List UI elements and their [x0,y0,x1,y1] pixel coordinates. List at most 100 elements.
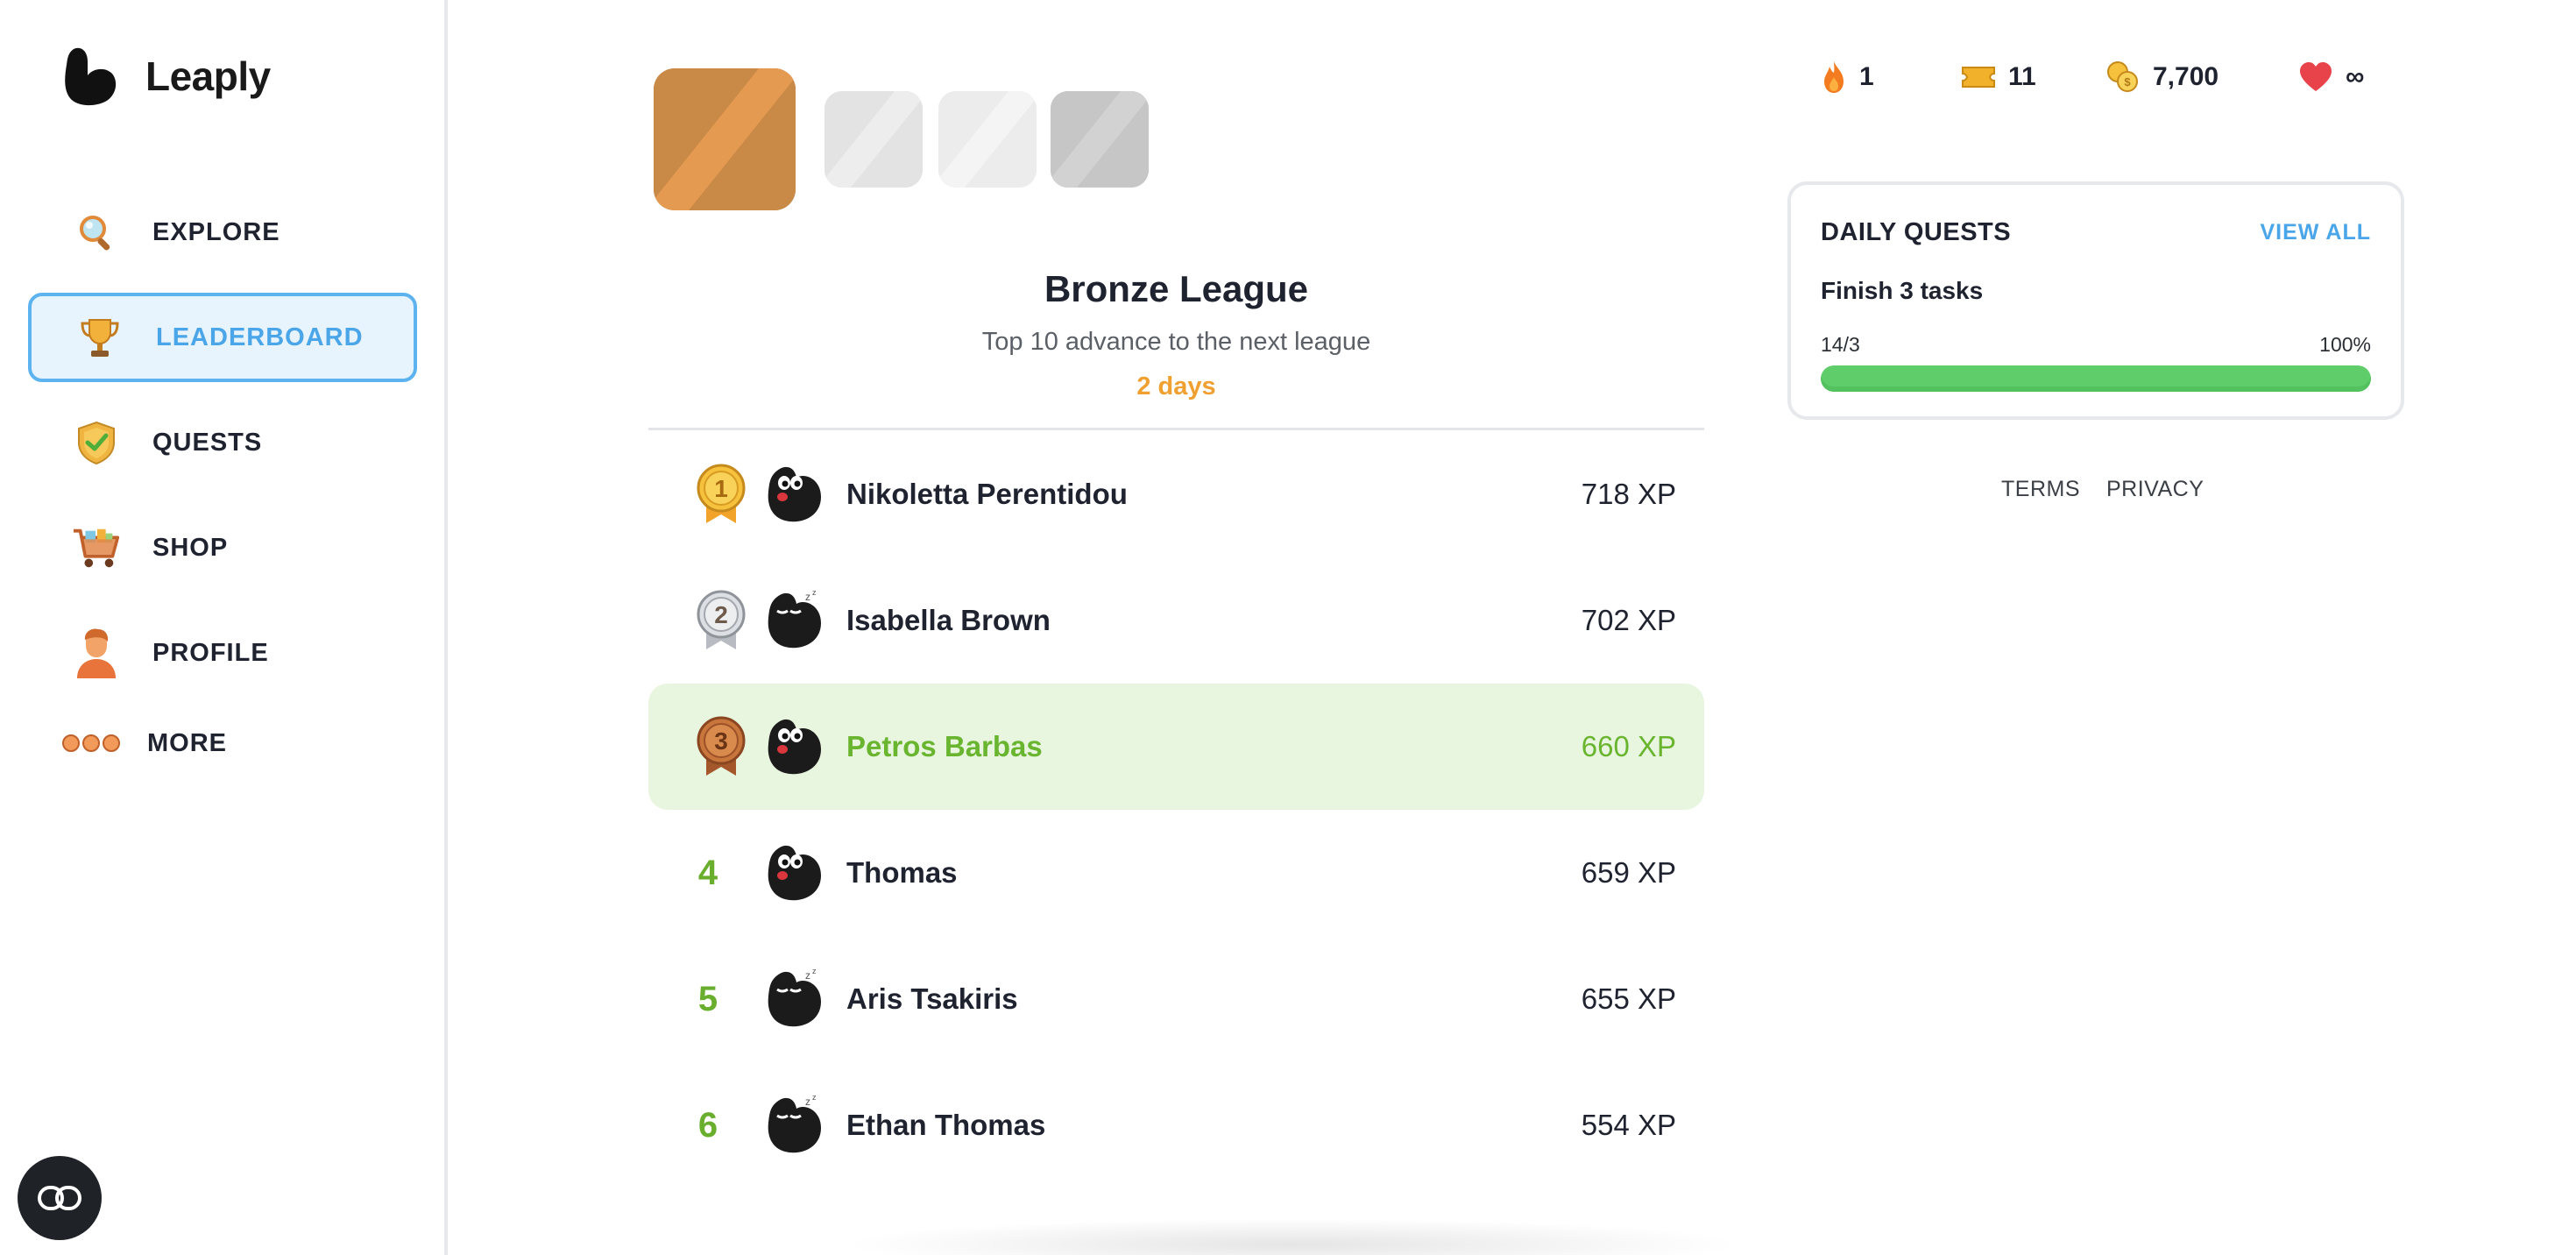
avatar: zz [762,967,827,1032]
svg-text:z: z [812,1095,817,1102]
view-all-link[interactable]: VIEW ALL [2260,220,2371,245]
bronze-league-badge[interactable] [654,68,796,210]
user-xp: 554 XP [1581,1109,1676,1141]
league-header: Bronze League Top 10 advance to the next… [648,268,1704,401]
divider [648,428,1704,430]
person-icon [72,628,121,678]
sidebar-item-label: QUESTS [152,428,263,457]
scroll-shadow [841,1218,1744,1255]
user-name: Thomas [846,856,958,889]
svg-text:1: 1 [714,475,728,502]
user-name: Aris Tsakiris [846,982,1018,1015]
league-time-left: 2 days [1136,372,1216,401]
leaderboard-row-current-user[interactable]: 3 Petros Barbas 660 XP [648,684,1704,810]
rank-number: 5 [697,979,718,1018]
tickets-stat[interactable]: 11 [1961,53,2036,102]
quest-progress-text: 14/3 [1821,333,1860,356]
help-button[interactable] [18,1156,102,1240]
avatar [762,714,827,779]
quest-percent-text: 100% [2319,333,2371,356]
svg-text:z: z [812,968,817,975]
leaderboard-row[interactable]: 6 zz Ethan Thomas 554 XP [648,1062,1704,1188]
sidebar-item-more[interactable]: MORE [28,708,417,778]
sidebar-item-leaderboard[interactable]: LEADERBOARD [28,293,417,382]
privacy-link[interactable]: PRIVACY [2106,477,2204,502]
brand-name: Leaply [145,53,271,99]
sidebar-nav: EXPLORE LEADERBOARD QUESTS SHOP PROFILE … [28,188,417,794]
daily-quests-card: DAILY QUESTS VIEW ALL Finish 3 tasks 14/… [1787,181,2404,420]
user-name: Isabella Brown [846,604,1051,636]
terms-link[interactable]: TERMS [2001,477,2080,502]
leaply-logo-icon [65,47,117,106]
quest-progress-bar [1821,365,2371,392]
rank-number: 4 [697,853,718,892]
footer-links: TERMS PRIVACY [2001,477,2204,502]
stats-bar: 1 11 $ 7,700 ∞ [1821,53,2399,102]
svg-text:z: z [805,969,810,982]
bronze-medal-icon: 3 [697,716,746,776]
sidebar-item-profile[interactable]: PROFILE [28,608,417,698]
league-badges [654,68,1617,217]
svg-text:2: 2 [714,601,728,628]
svg-text:$: $ [2124,75,2131,89]
link-icon [38,1186,81,1210]
sidebar-item-label: EXPLORE [152,217,280,246]
magnifier-icon [72,208,121,257]
sidebar-item-explore[interactable]: EXPLORE [28,188,417,277]
sapphire-league-badge [1051,91,1149,188]
sidebar-item-quests[interactable]: QUESTS [28,398,417,487]
hearts-count: ∞ [2346,62,2365,91]
streak-stat[interactable]: 1 [1821,53,1874,102]
leaderboard-row[interactable]: 5 zz Aris Tsakiris 655 XP [648,936,1704,1062]
avatar [762,840,827,905]
hearts-stat[interactable]: ∞ [2298,53,2364,102]
streak-count: 1 [1859,62,1874,91]
sidebar-item-label: PROFILE [152,638,269,667]
rank-number: 6 [697,1105,718,1145]
tickets-count: 11 [2008,62,2036,91]
silver-league-badge [824,91,923,188]
user-name: Nikoletta Perentidou [846,478,1128,510]
cart-icon [72,523,121,572]
sidebar-item-label: MORE [147,728,227,757]
league-subtitle: Top 10 advance to the next league [981,328,1371,356]
gold-league-badge [938,91,1037,188]
trophy-icon [75,313,124,362]
gold-medal-icon: 1 [697,464,746,523]
sidebar-item-label: LEADERBOARD [156,323,364,351]
dots-icon [61,719,121,768]
avatar: zz [762,1093,827,1158]
leaderboard-row[interactable]: 4 Thomas 659 XP [648,810,1704,936]
ticket-icon [1962,67,1995,88]
brand[interactable]: Leaply [61,46,271,107]
coins-icon: $ [2107,61,2138,92]
user-xp: 655 XP [1581,982,1676,1015]
leaderboard-row[interactable]: 1 Nikoletta Perentidou 718 XP [648,431,1704,557]
daily-quests-title: DAILY QUESTS [1821,218,2012,246]
user-xp: 718 XP [1581,478,1676,510]
svg-text:z: z [812,590,817,597]
quest-progress-fill [1821,365,2371,392]
user-xp: 659 XP [1581,856,1676,889]
user-xp: 702 XP [1581,604,1676,636]
flame-icon [1824,61,1844,93]
shield-check-icon [72,418,121,467]
svg-text:z: z [805,1095,810,1108]
user-xp: 660 XP [1581,730,1676,762]
league-title: Bronze League [1044,268,1309,309]
svg-text:3: 3 [714,727,728,755]
coins-stat[interactable]: $ 7,700 [2105,53,2219,102]
sidebar-item-shop[interactable]: SHOP [28,503,417,592]
user-name: Petros Barbas [846,730,1043,762]
sidebar: Leaply EXPLORE LEADERBOARD QUESTS SHOP P… [0,0,448,1255]
leaderboard-list: 1 Nikoletta Perentidou 718 XP 2 zz Isabe… [648,431,1704,1188]
leaderboard-row[interactable]: 2 zz Isabella Brown 702 XP [648,557,1704,684]
quest-task: Finish 3 tasks [1821,277,1984,304]
svg-text:z: z [805,591,810,603]
avatar [762,462,827,527]
user-name: Ethan Thomas [846,1109,1046,1141]
sidebar-item-label: SHOP [152,533,229,562]
coins-count: 7,700 [2153,62,2219,91]
avatar: zz [762,588,827,653]
heart-icon [2300,62,2332,91]
